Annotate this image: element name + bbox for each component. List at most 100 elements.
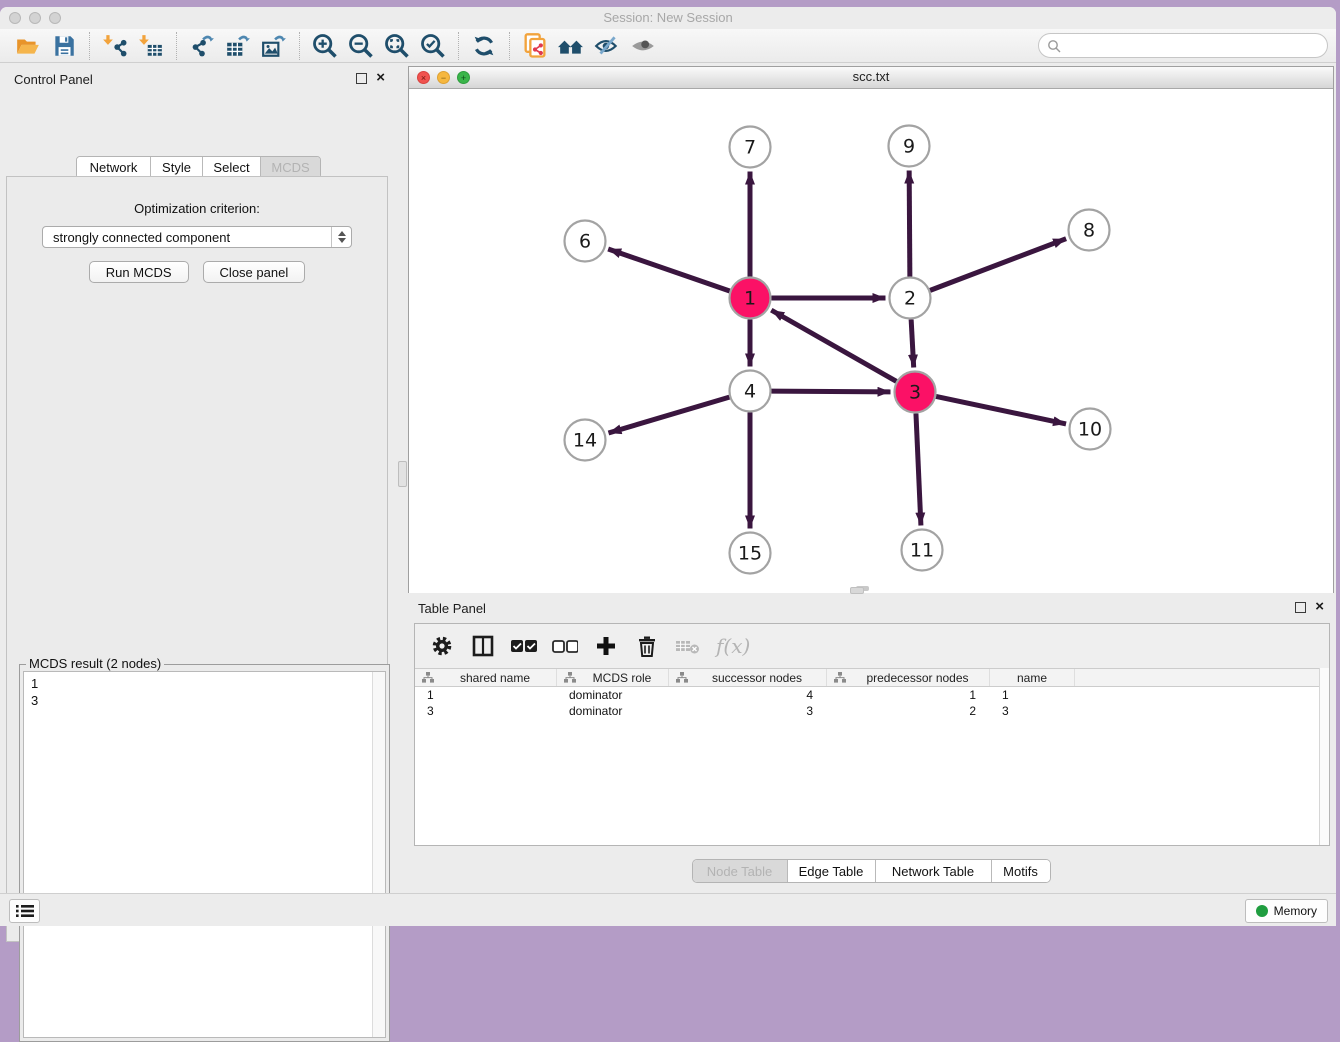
graph-node-1[interactable]: 1 — [730, 278, 771, 319]
tab-style[interactable]: Style — [151, 157, 203, 178]
network-canvas[interactable]: 7 9 6 8 1 2 4 3 14 10 15 11 — [409, 89, 1333, 593]
show-all-networks-button[interactable] — [553, 31, 589, 61]
float-panel-icon[interactable] — [356, 73, 367, 84]
table-scrollbar[interactable] — [1319, 668, 1329, 845]
graph-edge-2-9[interactable] — [909, 170, 910, 276]
network-maximize-icon[interactable]: + — [457, 71, 470, 84]
graph-edge-1-6[interactable] — [608, 249, 730, 291]
open-file-button[interactable] — [10, 31, 46, 61]
import-network-button[interactable] — [97, 31, 133, 61]
select-stepper-icon — [331, 227, 351, 247]
graph-node-14[interactable]: 14 — [565, 420, 606, 461]
zoom-selected-button[interactable] — [415, 31, 451, 61]
tab-edge-table[interactable]: Edge Table — [788, 860, 876, 882]
function-builder-button[interactable]: f(x) — [716, 631, 750, 661]
table-cell: dominator — [557, 687, 669, 703]
graph-node-6[interactable]: 6 — [565, 221, 606, 262]
create-column-button[interactable] — [593, 631, 619, 661]
graph-edge-4-14[interactable] — [608, 397, 729, 433]
table-settings-button[interactable] — [429, 631, 455, 661]
mcds-result-scrollbar[interactable] — [372, 672, 385, 1037]
hide-graphics-button[interactable] — [589, 31, 625, 61]
task-history-button[interactable] — [9, 899, 40, 923]
tab-network[interactable]: Network — [77, 157, 151, 178]
network-close-icon[interactable]: × — [417, 71, 430, 84]
delete-table-button[interactable] — [675, 631, 701, 661]
graph-node-label: 7 — [744, 137, 756, 159]
toolbar-separator — [176, 32, 177, 60]
graph-node-7[interactable]: 7 — [730, 127, 771, 168]
window-title: Session: New Session — [0, 7, 1336, 29]
zoom-out-button[interactable] — [343, 31, 379, 61]
search-box[interactable] — [1038, 33, 1328, 58]
table-row[interactable]: 3dominator323 — [415, 703, 1329, 719]
copy-network-button[interactable] — [517, 31, 553, 61]
graph-node-11[interactable]: 11 — [902, 530, 943, 571]
tab-motifs[interactable]: Motifs — [992, 860, 1050, 882]
mcds-result-textarea[interactable]: 1 3 — [23, 671, 386, 1038]
zoom-fit-button[interactable] — [379, 31, 415, 61]
graph-node-9[interactable]: 9 — [889, 126, 930, 167]
save-session-button[interactable] — [46, 31, 82, 61]
mcds-panel-body: Optimization criterion: strongly connect… — [6, 176, 388, 942]
status-bar: Memory — [0, 893, 1336, 926]
column-header-successor-nodes[interactable]: successor nodes — [669, 669, 827, 686]
column-header-name[interactable]: name — [990, 669, 1075, 686]
graph-edge-4-3[interactable] — [771, 391, 890, 392]
table-row[interactable]: 1dominator411 — [415, 687, 1329, 703]
tab-mcds[interactable]: MCDS — [261, 157, 320, 178]
float-panel-icon[interactable] — [1295, 602, 1306, 613]
zoom-in-button[interactable] — [307, 31, 343, 61]
table-panel-header: Table Panel × — [408, 595, 1334, 621]
column-header-label: MCDS role — [576, 671, 668, 685]
table-cell: 3 — [990, 703, 1075, 719]
column-header-predecessor-nodes[interactable]: predecessor nodes — [827, 669, 990, 686]
network-window-title: scc.txt — [409, 67, 1333, 87]
column-header-MCDS-role[interactable]: MCDS role — [557, 669, 669, 686]
show-graphics-button[interactable] — [625, 31, 661, 61]
graph-edge-3-11[interactable] — [916, 413, 921, 525]
close-panel-icon[interactable]: × — [376, 71, 385, 85]
new-network-button[interactable] — [184, 31, 220, 61]
graph-node-3[interactable]: 3 — [895, 372, 936, 413]
graph-edge-2-8[interactable] — [930, 239, 1066, 291]
control-panel-header: Control Panel × — [0, 66, 395, 92]
close-panel-button[interactable]: Close panel — [203, 261, 306, 283]
close-panel-icon[interactable]: × — [1315, 600, 1324, 614]
import-table-button[interactable] — [133, 31, 169, 61]
graph-edge-3-10[interactable] — [936, 396, 1066, 423]
tab-network-table[interactable]: Network Table — [876, 860, 992, 882]
export-image-button[interactable] — [256, 31, 292, 61]
graph-node-4[interactable]: 4 — [730, 371, 771, 412]
search-input[interactable] — [1061, 38, 1319, 54]
table-cell: 1 — [990, 687, 1075, 703]
close-window-icon[interactable] — [9, 12, 21, 24]
run-mcds-button[interactable]: Run MCDS — [89, 261, 189, 283]
horizontal-split-handle[interactable] — [850, 587, 864, 594]
graph-edge-2-3[interactable] — [911, 319, 914, 367]
export-table-icon — [224, 33, 252, 59]
network-window-titlebar[interactable]: × − + scc.txt — [409, 67, 1333, 89]
minimize-window-icon[interactable] — [29, 12, 41, 24]
select-all-columns-button[interactable] — [511, 631, 537, 661]
tab-select[interactable]: Select — [203, 157, 261, 178]
criterion-select[interactable]: strongly connected component — [42, 226, 352, 248]
node-table-container: f(x) shared name MCDS rolesuccessor nodes… — [414, 623, 1330, 846]
show-column-browser-button[interactable] — [470, 631, 496, 661]
unselect-all-columns-button[interactable] — [552, 631, 578, 661]
column-header-shared-name[interactable]: shared name — [415, 669, 557, 686]
refresh-button[interactable] — [466, 31, 502, 61]
graph-node-15[interactable]: 15 — [730, 533, 771, 574]
export-table-button[interactable] — [220, 31, 256, 61]
zoom-window-icon[interactable] — [49, 12, 61, 24]
graph-node-8[interactable]: 8 — [1069, 210, 1110, 251]
memory-button[interactable]: Memory — [1245, 899, 1328, 923]
vertical-split-handle[interactable] — [398, 461, 407, 487]
network-minimize-icon[interactable]: − — [437, 71, 450, 84]
graph-edge-3-1[interactable] — [771, 310, 896, 381]
tab-node-table[interactable]: Node Table — [693, 860, 788, 882]
graph-node-2[interactable]: 2 — [890, 278, 931, 319]
delete-column-button[interactable] — [634, 631, 660, 661]
graph-node-10[interactable]: 10 — [1070, 409, 1111, 450]
table-panel: Table Panel × — [408, 595, 1334, 890]
